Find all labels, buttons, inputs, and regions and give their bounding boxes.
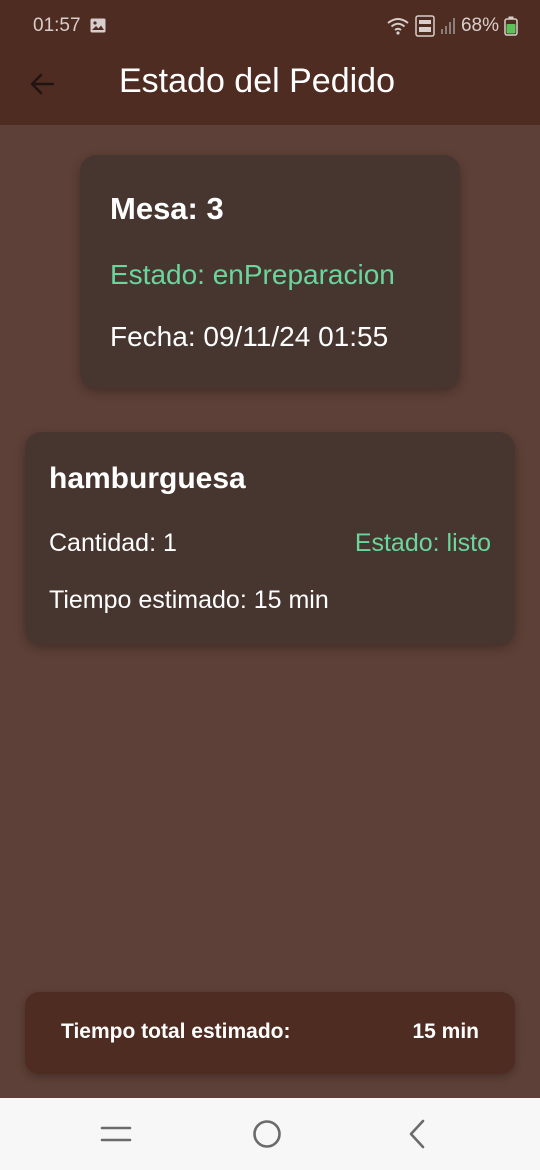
total-time-label: Tiempo total estimado: — [61, 1020, 291, 1043]
battery-icon — [504, 16, 518, 36]
order-summary-card: Mesa: 3 Estado: enPreparacion Fecha: 09/… — [80, 155, 460, 388]
home-icon — [253, 1120, 281, 1148]
order-status-screen: 01:57 68% Estado del Pedido Mesa: 3 Esta… — [0, 0, 540, 1170]
order-status: Estado: enPreparacion — [110, 259, 395, 290]
back-icon — [409, 1119, 425, 1149]
total-time-bar: Tiempo total estimado: 15 min — [25, 992, 515, 1074]
arrow-left-icon — [30, 73, 55, 95]
item-status: Estado: listo — [354, 529, 491, 557]
status-icons: 68% — [386, 13, 518, 39]
status-bar: 01:57 68% — [0, 0, 540, 52]
back-button[interactable] — [22, 64, 62, 104]
recent-apps-icon — [100, 1126, 132, 1142]
top-bar: 01:57 68% Estado del Pedido — [0, 0, 540, 125]
item-name: hamburguesa — [49, 462, 246, 495]
wifi-icon — [387, 18, 409, 35]
total-time-value: 15 min — [412, 1020, 479, 1043]
signal-icon — [440, 18, 455, 34]
order-item-card: hamburguesa Cantidad: 1 Estado: listo Ti… — [25, 432, 515, 644]
nav-back-button[interactable] — [396, 1114, 440, 1154]
gallery-icon — [90, 18, 106, 33]
status-time: 01:57 — [33, 15, 81, 36]
order-date: Fecha: 09/11/24 01:55 — [110, 321, 389, 352]
volte-icon — [415, 15, 435, 37]
system-nav-bar — [0, 1098, 540, 1170]
home-button[interactable] — [245, 1114, 289, 1154]
page-title: Estado del Pedido — [119, 62, 395, 100]
battery-level: 68% — [460, 15, 499, 36]
table-number: Mesa: 3 — [110, 191, 224, 226]
item-estimated-time: Tiempo estimado: 15 min — [49, 586, 329, 614]
item-quantity: Cantidad: 1 — [49, 529, 177, 557]
app-bar: Estado del Pedido — [0, 52, 540, 125]
recent-apps-button[interactable] — [94, 1114, 138, 1154]
